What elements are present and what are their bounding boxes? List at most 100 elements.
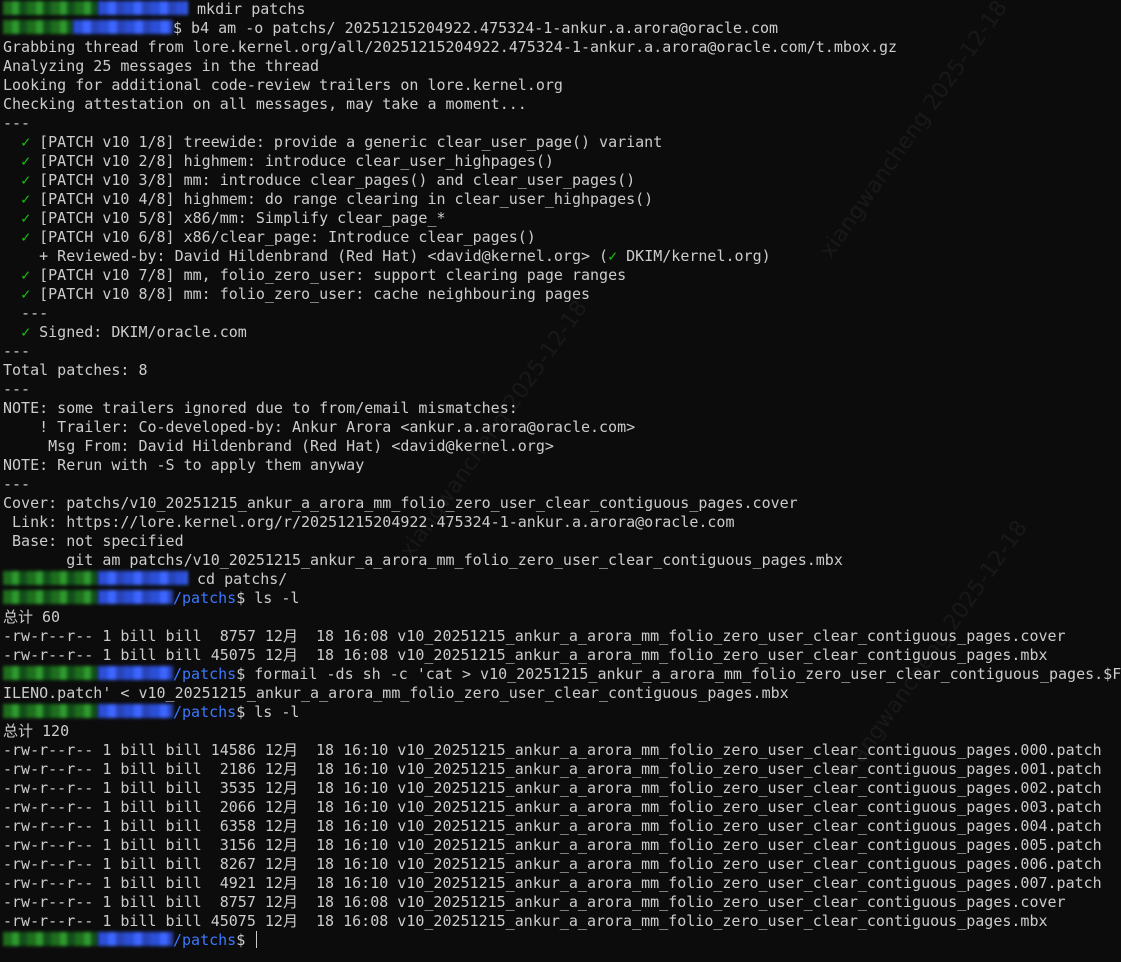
prompt-dollar: $	[236, 589, 246, 607]
output-line: Looking for additional code-review trail…	[3, 76, 563, 94]
check-icon: ✓	[21, 133, 31, 151]
file-row: -rw-r--r-- 1 bill bill 8757 12月 18 16:08…	[3, 893, 1066, 911]
output-line: git am patchs/v10_20251215_ankur_a_arora…	[3, 551, 843, 569]
prompt-dollar: $	[173, 19, 183, 37]
output-line: Checking attestation on all messages, ma…	[3, 95, 527, 113]
check-icon: ✓	[21, 171, 31, 189]
signed-text: Signed: DKIM/oracle.com	[39, 323, 247, 341]
output-line: Analyzing 25 messages in the thread	[3, 57, 320, 75]
patch-line: ✓ [PATCH v10 3/8] mm: introduce clear_pa…	[3, 171, 1121, 190]
file-row: -rw-r--r-- 1 bill bill 8267 12月 18 16:10…	[3, 855, 1102, 873]
redacted-path	[98, 1, 188, 15]
output-line: Msg From: David Hildenbrand (Red Hat) <d…	[3, 437, 554, 455]
prompt-dollar: $	[236, 931, 246, 949]
output-line: 总计 60	[3, 608, 61, 626]
terminal-line: mkdir patchs	[3, 0, 1121, 19]
reviewed-by-line: + Reviewed-by: David Hildenbrand (Red Ha…	[3, 247, 1121, 266]
redacted-user-host	[3, 571, 98, 585]
check-icon: ✓	[21, 228, 31, 246]
prompt-path: /patchs	[173, 665, 237, 683]
file-row: -rw-r--r-- 1 bill bill 14586 12月 18 16:1…	[3, 741, 1102, 759]
output-line: Cover: patchs/v10_20251215_ankur_a_arora…	[3, 494, 798, 512]
patch-title: [PATCH v10 3/8] mm: introduce clear_page…	[39, 171, 636, 189]
redacted-user-host	[3, 590, 98, 604]
patch-title: [PATCH v10 2/8] highmem: introduce clear…	[39, 152, 554, 170]
patch-title: [PATCH v10 7/8] mm, folio_zero_user: sup…	[39, 266, 627, 284]
command-wrap-line: ILENO.patch' < v10_20251215_ankur_a_aror…	[3, 684, 789, 702]
command-text: b4 am -o patchs/ 20251215204922.475324-1…	[182, 19, 779, 37]
signed-line: ✓ Signed: DKIM/oracle.com	[3, 323, 1121, 342]
patch-line: ✓ [PATCH v10 8/8] mm: folio_zero_user: c…	[3, 285, 1121, 304]
terminal-window[interactable]: xiangwancheng 2025-12-18 xiangwancheng 2…	[0, 0, 1121, 962]
redacted-user-host	[3, 666, 98, 680]
output-line: ---	[3, 304, 49, 322]
text-cursor[interactable]	[256, 931, 258, 948]
terminal-line: $ b4 am -o patchs/ 20251215204922.475324…	[3, 19, 1121, 38]
redacted-user-host	[3, 704, 98, 718]
output-line: Grabbing thread from lore.kernel.org/all…	[3, 38, 898, 56]
output-line: ---	[3, 380, 31, 398]
patch-title: [PATCH v10 5/8] x86/mm: Simplify clear_p…	[39, 209, 446, 227]
check-icon: ✓	[21, 190, 31, 208]
terminal-line: /patchs$ ls -l	[3, 703, 1121, 722]
redacted-user-host	[3, 20, 73, 34]
output-line: ---	[3, 114, 31, 132]
output-line: NOTE: Rerun with -S to apply them anyway	[3, 456, 365, 474]
output-line: NOTE: some trailers ignored due to from/…	[3, 399, 518, 417]
redacted-path	[98, 932, 173, 946]
check-icon: ✓	[21, 209, 31, 227]
file-row: -rw-r--r-- 1 bill bill 3156 12月 18 16:10…	[3, 836, 1102, 854]
output-line: ! Trailer: Co-developed-by: Ankur Arora …	[3, 418, 636, 436]
patch-line: ✓ [PATCH v10 7/8] mm, folio_zero_user: s…	[3, 266, 1121, 285]
file-row: -rw-r--r-- 1 bill bill 4921 12月 18 16:10…	[3, 874, 1102, 892]
patch-line: ✓ [PATCH v10 6/8] x86/clear_page: Introd…	[3, 228, 1121, 247]
redacted-user-host	[3, 932, 98, 946]
redacted-path	[98, 571, 188, 585]
check-icon: ✓	[21, 323, 31, 341]
prompt-dollar: $	[236, 703, 246, 721]
redacted-user-host	[3, 1, 98, 15]
prompt-path: /patchs	[173, 703, 237, 721]
redacted-path	[98, 704, 173, 718]
output-line: Total patches: 8	[3, 361, 148, 379]
patch-line: ✓ [PATCH v10 2/8] highmem: introduce cle…	[3, 152, 1121, 171]
output-line: Link: https://lore.kernel.org/r/20251215…	[3, 513, 735, 531]
redacted-path	[98, 590, 173, 604]
prompt-dollar: $	[236, 665, 246, 683]
output-line: 总计 120	[3, 722, 70, 740]
file-row: -rw-r--r-- 1 bill bill 2066 12月 18 16:10…	[3, 798, 1102, 816]
terminal-line: cd patchs/	[3, 570, 1121, 589]
file-row: -rw-r--r-- 1 bill bill 6358 12月 18 16:10…	[3, 817, 1102, 835]
patch-line: ✓ [PATCH v10 1/8] treewide: provide a ge…	[3, 133, 1121, 152]
terminal-line[interactable]: /patchs$	[3, 931, 1121, 950]
patch-title: [PATCH v10 4/8] highmem: do range cleari…	[39, 190, 654, 208]
file-row: -rw-r--r-- 1 bill bill 3535 12月 18 16:10…	[3, 779, 1102, 797]
command-text: formail -ds sh -c 'cat > v10_20251215_an…	[245, 665, 1121, 683]
dkim-text: DKIM/kernel.org)	[617, 247, 771, 265]
output-line: Base: not specified	[3, 532, 184, 550]
patch-title: [PATCH v10 1/8] treewide: provide a gene…	[39, 133, 663, 151]
reviewed-by-text: + Reviewed-by: David Hildenbrand (Red Ha…	[39, 247, 609, 265]
command-text: ls -l	[245, 589, 300, 607]
prompt-path: /patchs	[173, 931, 237, 949]
terminal-line: /patchs$ formail -ds sh -c 'cat > v10_20…	[3, 665, 1121, 684]
command-text: mkdir patchs	[188, 0, 306, 18]
output-line: ---	[3, 475, 31, 493]
output-line: ---	[3, 342, 31, 360]
redacted-path	[73, 20, 173, 34]
file-row: -rw-r--r-- 1 bill bill 45075 12月 18 16:0…	[3, 912, 1048, 930]
patch-title: [PATCH v10 6/8] x86/clear_page: Introduc…	[39, 228, 536, 246]
command-text: cd patchs/	[188, 570, 288, 588]
patch-title: [PATCH v10 8/8] mm: folio_zero_user: cac…	[39, 285, 591, 303]
check-icon: ✓	[21, 266, 31, 284]
redacted-path	[98, 666, 173, 680]
check-icon: ✓	[21, 285, 31, 303]
file-row: -rw-r--r-- 1 bill bill 45075 12月 18 16:0…	[3, 646, 1048, 664]
check-icon: ✓	[21, 152, 31, 170]
command-text: ls -l	[245, 703, 300, 721]
file-row: -rw-r--r-- 1 bill bill 2186 12月 18 16:10…	[3, 760, 1102, 778]
check-icon: ✓	[608, 247, 618, 265]
prompt-path: /patchs	[173, 589, 237, 607]
file-row: -rw-r--r-- 1 bill bill 8757 12月 18 16:08…	[3, 627, 1066, 645]
patch-line: ✓ [PATCH v10 5/8] x86/mm: Simplify clear…	[3, 209, 1121, 228]
